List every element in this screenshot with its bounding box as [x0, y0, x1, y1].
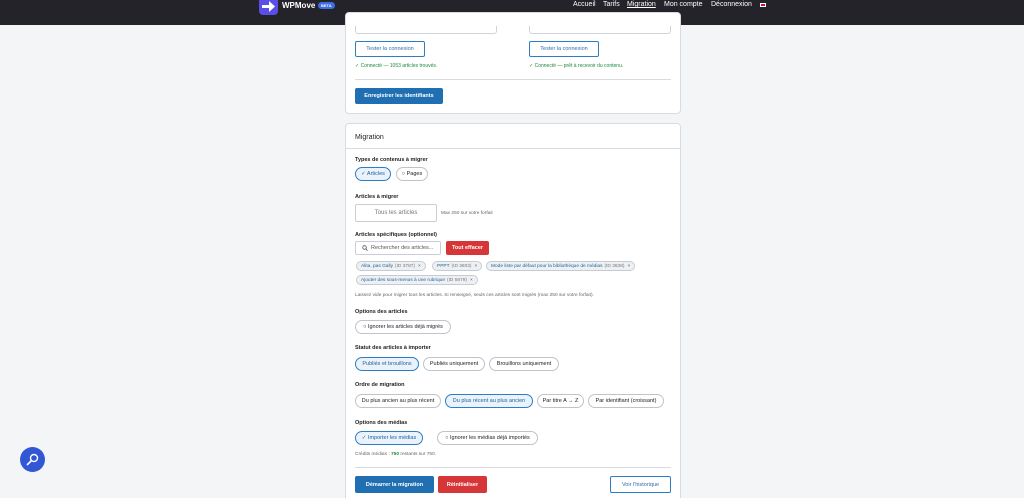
- migration-card: Migration Types de contenus à migrer ✓ A…: [345, 123, 681, 498]
- articles-to-migrate-label: Articles à migrer: [355, 194, 399, 200]
- arrow-right-icon: [262, 1, 275, 12]
- specific-articles-label: Articles spécifiques (optionnel): [355, 232, 437, 238]
- source-input[interactable]: [355, 26, 497, 34]
- brand-name[interactable]: WPMove: [282, 1, 315, 10]
- status-drafts-only[interactable]: Brouillons uniquement: [489, 357, 559, 371]
- selected-article-tag: PPPT (ID 3803) ×: [432, 261, 483, 271]
- app-logo[interactable]: [259, 0, 278, 15]
- connection-card: Tester la connexion Tester la connexion …: [345, 12, 681, 114]
- order-newest-first[interactable]: Du plus récent au plus ancien: [445, 394, 533, 408]
- migration-order-label: Ordre de migration: [355, 382, 405, 388]
- destination-status: ✓ Connecté — prêt à recevoir du contenu.: [529, 63, 624, 69]
- article-status-label: Statut des articles à importer: [355, 345, 431, 351]
- nav-mon-compte[interactable]: Mon compte: [664, 1, 703, 8]
- remove-tag-icon[interactable]: ×: [627, 264, 630, 269]
- floating-help-button[interactable]: [20, 447, 45, 472]
- divider: [355, 79, 671, 80]
- beta-badge: BETA: [318, 2, 335, 9]
- search-articles-input[interactable]: Rechercher des articles...: [355, 241, 441, 255]
- import-media-toggle[interactable]: ✓ Importer les médias: [355, 431, 423, 445]
- content-type-pages[interactable]: ○ Pages: [396, 167, 428, 181]
- content-type-articles[interactable]: ✓ Articles: [355, 167, 391, 181]
- remove-tag-icon[interactable]: ×: [470, 278, 473, 283]
- language-flag-icon[interactable]: [760, 3, 766, 7]
- migration-title: Migration: [355, 134, 384, 141]
- article-options-label: Options des articles: [355, 309, 408, 315]
- order-title-a-z[interactable]: Par titre A → Z: [537, 394, 584, 408]
- order-oldest-first[interactable]: Du plus ancien au plus récent: [355, 394, 441, 408]
- selected-article-tag: Mode liste par défaut pour la bibliothèq…: [486, 261, 636, 271]
- test-destination-connection-button[interactable]: Tester la connexion: [529, 41, 599, 57]
- magnifier-icon: [26, 453, 39, 466]
- nav-migration[interactable]: Migration: [627, 1, 656, 8]
- order-by-id[interactable]: Par identifiant (croissant): [588, 394, 664, 408]
- selected-article-tag: Ajouter des sous-menus à une rubrique (ID…: [356, 275, 478, 285]
- test-source-connection-button[interactable]: Tester la connexion: [355, 41, 425, 57]
- destination-input[interactable]: [529, 26, 671, 34]
- articles-count-input[interactable]: Tous les articles: [355, 204, 437, 222]
- ignore-imported-media-toggle[interactable]: ○ Ignorer les médias déjà importés: [437, 431, 538, 445]
- status-published-and-drafts[interactable]: Publiés et brouillons: [355, 357, 419, 371]
- nav-tarifs[interactable]: Tarifs: [603, 1, 620, 8]
- clear-all-button[interactable]: Tout effacer: [446, 241, 489, 255]
- selected-article-tag: Alita, pas Gally (ID 3787) ×: [356, 261, 426, 271]
- search-placeholder: Rechercher des articles...: [371, 245, 434, 251]
- remove-tag-icon[interactable]: ×: [475, 264, 478, 269]
- search-icon: [362, 245, 368, 251]
- nav-deconnexion[interactable]: Déconnexion: [711, 1, 752, 8]
- articles-max-hint: Max 250 sur votre forfait: [441, 211, 493, 216]
- remove-tag-icon[interactable]: ×: [418, 264, 421, 269]
- ignore-migrated-articles-toggle[interactable]: ○ Ignorer les articles déjà migrés: [355, 320, 451, 334]
- content-types-label: Types de contenus à migrer: [355, 157, 428, 163]
- divider: [346, 148, 680, 149]
- save-credentials-button[interactable]: Enregistrer les identifiants: [355, 88, 443, 104]
- source-status: ✓ Connecté — 1053 articles trouvés.: [355, 63, 438, 69]
- start-migration-button[interactable]: Démarrer la migration: [355, 476, 434, 493]
- reset-button[interactable]: Réinitialiser: [438, 476, 487, 493]
- nav-accueil[interactable]: Accueil: [573, 1, 596, 8]
- specific-articles-help: Laissez vide pour migrer tous les articl…: [355, 293, 594, 298]
- media-credits: Crédits médias : 750 restants sur 750.: [355, 452, 437, 457]
- view-history-button[interactable]: Voir l'historique: [610, 476, 671, 493]
- media-options-label: Options des médias: [355, 420, 408, 426]
- divider: [355, 467, 671, 468]
- status-published-only[interactable]: Publiés uniquement: [423, 357, 485, 371]
